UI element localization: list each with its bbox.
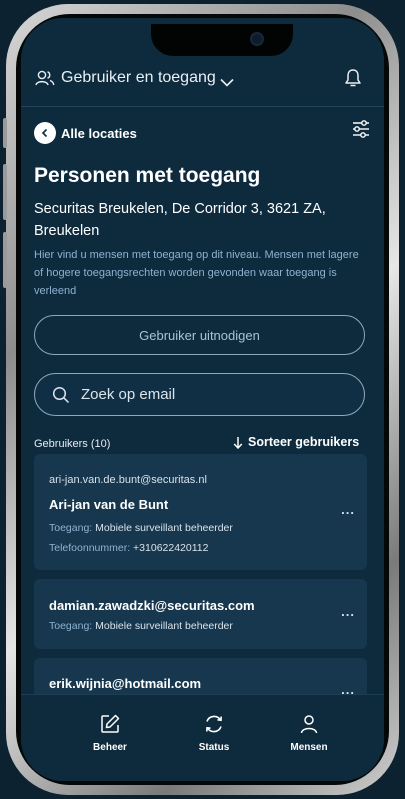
user-email: damian.zawadzki@securitas.com — [49, 598, 255, 613]
app-screen: Gebruiker en toegang Alle locaties Perso… — [21, 18, 384, 781]
invite-user-button[interactable]: Gebruiker uitnodigen — [34, 315, 365, 355]
user-email: ari-jan.van.de.bunt@securitas.nl — [49, 474, 207, 486]
refresh-icon — [206, 715, 222, 733]
search-icon — [52, 386, 70, 409]
volume-up-button — [3, 164, 7, 220]
back-arrow-icon[interactable] — [34, 122, 56, 144]
sort-users-label[interactable]: Sorteer gebruikers — [248, 435, 359, 449]
user-card[interactable]: damian.zawadzki@securitas.com Toegang: M… — [34, 579, 367, 649]
app-section-title[interactable]: Gebruiker en toegang — [61, 69, 216, 87]
page-title: Personen met toegang — [34, 164, 261, 187]
search-placeholder[interactable]: Zoek op email — [81, 386, 175, 403]
nav-label[interactable]: Beheer — [80, 742, 140, 753]
location-address: Securitas Breukelen, De Corridor 3, 3621… — [34, 201, 326, 239]
user-name: Ari-jan van de Bunt — [49, 497, 169, 512]
access-value: Mobiele surveillant beheerder — [95, 522, 233, 534]
nav-label[interactable]: Status — [184, 742, 244, 753]
bell-icon[interactable] — [344, 68, 362, 93]
nav-item-status[interactable]: Status — [184, 713, 244, 753]
top-bar: Gebruiker en toegang — [21, 54, 384, 107]
search-input[interactable]: Zoek op email — [34, 373, 365, 416]
edit-icon — [101, 714, 120, 733]
phone-key: Telefoonnummer: — [49, 542, 131, 554]
user-access: Toegang: Mobiele surveillant beheerder — [49, 620, 233, 632]
access-key: Toegang: — [49, 522, 93, 534]
access-value: Mobiele surveillant beheerder — [95, 620, 233, 632]
more-options-icon[interactable]: ... — [341, 604, 355, 619]
chevron-down-icon[interactable] — [220, 74, 234, 92]
nav-item-beheer[interactable]: Beheer — [80, 713, 140, 753]
arrow-down-icon — [233, 436, 243, 454]
page-description: Hier vind u mensen met toegang op dit ni… — [34, 249, 359, 297]
nav-item-mensen[interactable]: Mensen — [279, 713, 339, 753]
more-options-icon[interactable]: ... — [341, 502, 355, 517]
back-link-label[interactable]: Alle locaties — [61, 126, 137, 141]
nav-label[interactable]: Mensen — [279, 742, 339, 753]
user-card[interactable]: ari-jan.van.de.bunt@securitas.nl Ari-jan… — [34, 454, 367, 570]
back-link[interactable]: Alle locaties — [34, 122, 374, 146]
volume-down-button — [3, 232, 7, 288]
user-phone: Telefoonnummer: +310622420112 — [49, 542, 208, 554]
mute-switch — [3, 118, 7, 148]
person-icon — [300, 715, 318, 734]
phone-frame: Gebruiker en toegang Alle locaties Perso… — [3, 4, 399, 795]
phone-value: +310622420112 — [133, 542, 209, 554]
phone-notch — [151, 24, 293, 56]
users-count: Gebruikers (10) — [34, 438, 111, 450]
filter-settings-icon[interactable] — [351, 119, 371, 144]
user-email: erik.wijnia@hotmail.com — [49, 676, 202, 691]
users-icon — [35, 70, 55, 91]
bottom-navigation: Beheer Status Mensen — [21, 694, 384, 781]
camera-icon — [250, 32, 264, 46]
user-access: Toegang: Mobiele surveillant beheerder — [49, 522, 233, 534]
access-key: Toegang: — [49, 620, 93, 632]
